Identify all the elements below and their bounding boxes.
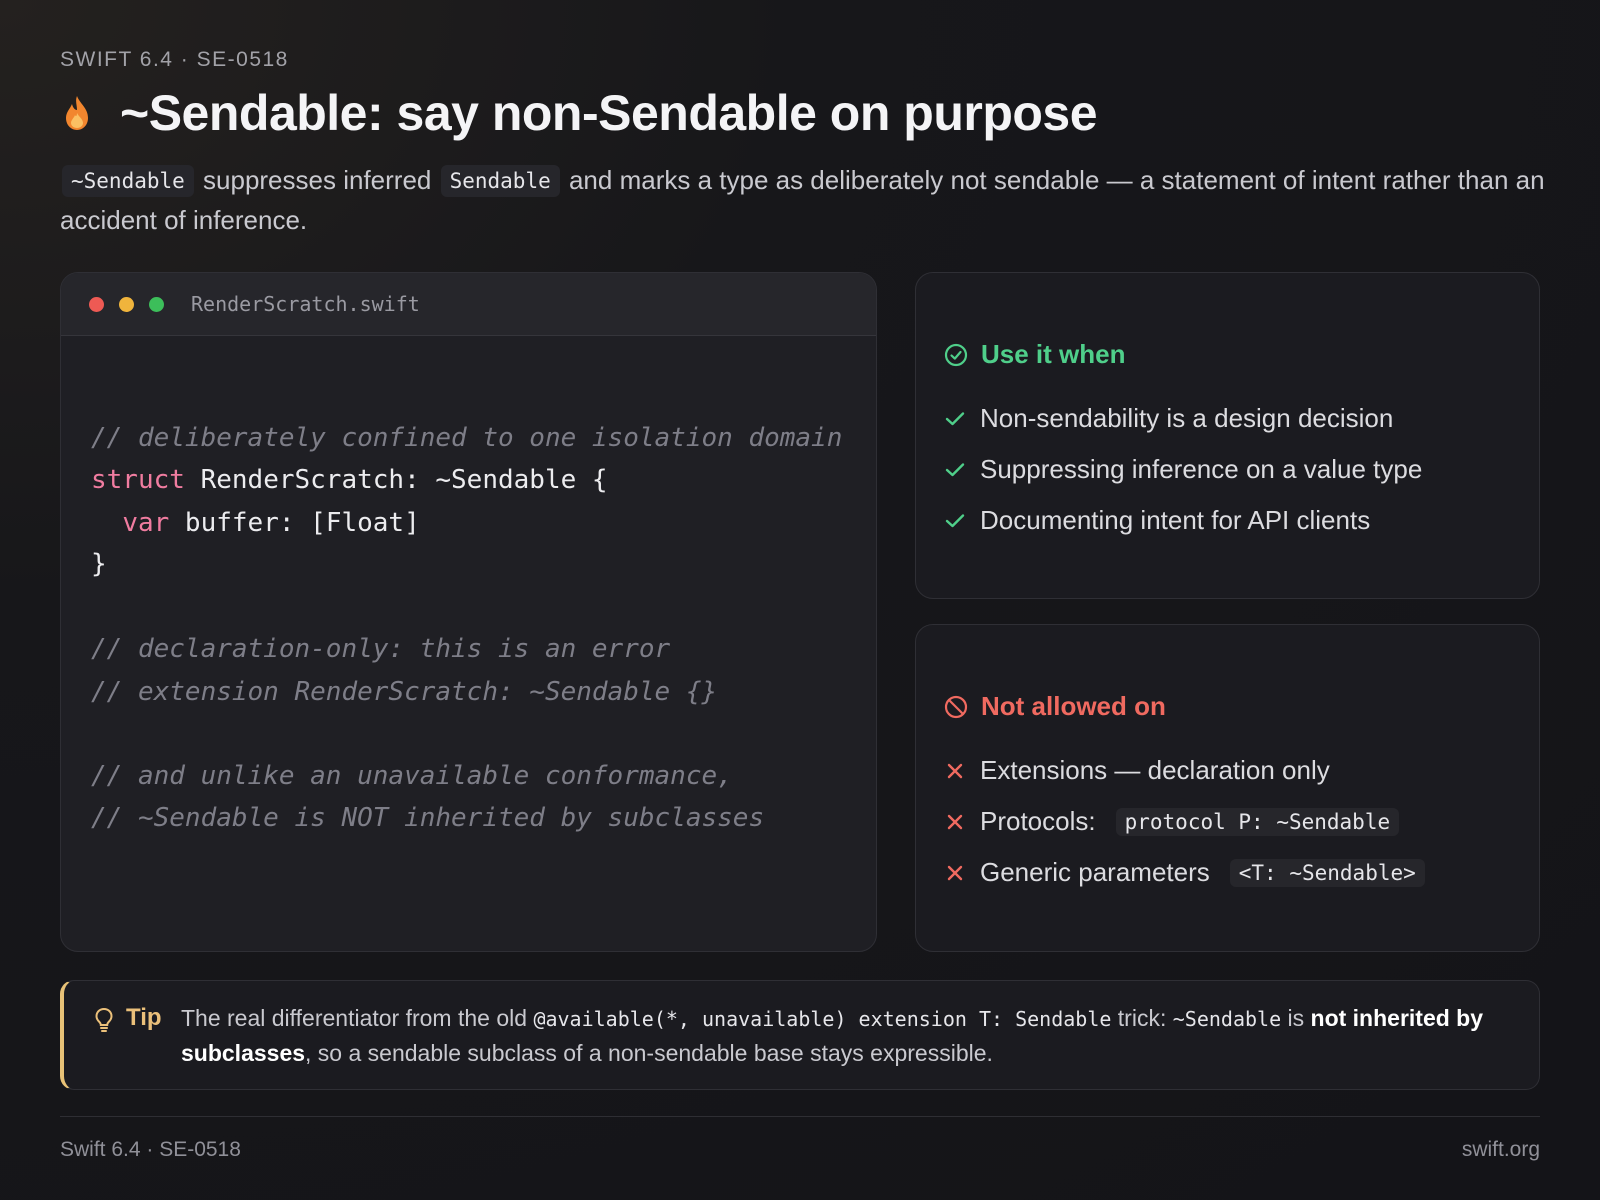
prohibited-icon (944, 695, 968, 718)
code-window: RenderScratch.swift // deliberately conf… (60, 272, 877, 952)
list-item-label: Documenting intent for API clients (980, 505, 1371, 535)
footer-label: Swift 6.4 · SE-0518 (60, 1138, 241, 1161)
list-item: Suppressing inference on a value type (944, 444, 1422, 495)
list-item-label: Suppressing inference on a value type (980, 454, 1423, 484)
use-card-title: Use it when (981, 339, 1126, 369)
footer-divider (60, 1116, 1540, 1117)
code-chip: protocol P: ~Sendable (1115, 807, 1400, 836)
page-title: ~Sendable: say non-Sendable on purpose (120, 85, 1098, 141)
not-allowed-card: Not allowed on Extensions — declaration … (915, 624, 1540, 952)
zoom-dot (149, 296, 164, 312)
code-comment: // ~Sendable is NOT inherited by subclas… (91, 803, 765, 833)
tip-callout: Tip The real differentiator from the old… (60, 980, 1540, 1090)
tip-text: The real differentiator from the old @av… (181, 1001, 1521, 1070)
code-line: struct RenderScratch: ~Sendable { (91, 465, 608, 495)
tip-code: @available(*, unavailable) extension T: … (533, 1007, 1112, 1031)
lightbulb-icon (95, 1007, 113, 1032)
x-icon (944, 762, 966, 780)
lede-paragraph: ~Sendable suppresses inferred Sendable a… (60, 160, 1550, 240)
list-item: Generic parameters <T: ~Sendable> (944, 847, 1425, 898)
list-item: Non-sendability is a design decision (944, 393, 1422, 444)
list-item: Documenting intent for API clients (944, 495, 1422, 546)
check-icon (944, 462, 966, 478)
not-card-heading: Not allowed on (944, 691, 1166, 722)
code-comment: // deliberately confined to one isolatio… (91, 423, 843, 453)
list-item: Extensions — declaration only (944, 745, 1425, 796)
code-keyword: var (122, 508, 170, 538)
list-item-label: Protocols: (980, 806, 1096, 836)
code-text: RenderScratch: ~Sendable { (184, 465, 608, 495)
x-icon (944, 813, 966, 831)
code-text: buffer: [Float] (169, 508, 420, 538)
close-dot (89, 296, 104, 312)
code-chip: ~Sendable (62, 165, 194, 197)
tip-code: ~Sendable (1172, 1007, 1282, 1031)
code-keyword: struct (91, 465, 185, 495)
code-filename: RenderScratch.swift (191, 292, 420, 316)
list-item: Protocols: protocol P: ~Sendable (944, 796, 1425, 847)
tip-text-part: The real differentiator from the old (181, 1005, 534, 1031)
use-it-when-card: Use it when Non-sendability is a design … (915, 272, 1540, 599)
code-line: var buffer: [Float] (91, 508, 420, 538)
use-card-heading: Use it when (944, 339, 1125, 370)
code-chip: <T: ~Sendable> (1229, 858, 1425, 887)
flame-icon (66, 96, 88, 130)
code-comment: // declaration-only: this is an error (91, 634, 671, 664)
code-line: } (91, 549, 107, 579)
code-comment: // extension RenderScratch: ~Sendable {} (91, 677, 718, 707)
eyebrow: SWIFT 6.4 · SE-0518 (60, 48, 289, 71)
use-list: Non-sendability is a design decision Sup… (944, 393, 1422, 546)
code-chip: Sendable (440, 165, 560, 197)
not-card-title: Not allowed on (981, 691, 1166, 721)
code-comment: // and unlike an unavailable conformance… (91, 761, 733, 791)
check-circle-icon (944, 343, 968, 366)
lede-text: suppresses inferred (195, 165, 439, 195)
minimize-dot (119, 296, 134, 312)
tip-text-part: , so a sendable subclass of a non-sendab… (305, 1040, 993, 1066)
footer-link[interactable]: swift.org (1462, 1138, 1540, 1162)
title-row: ~Sendable: say non-Sendable on purpose (60, 84, 1098, 142)
tip-label: Tip (126, 1004, 162, 1031)
tip-text-part: trick: (1111, 1005, 1173, 1031)
x-icon (944, 864, 966, 882)
list-item-label: Non-sendability is a design decision (980, 403, 1394, 433)
list-item-label: Generic parameters (980, 857, 1210, 887)
list-item-label: Extensions — declaration only (980, 755, 1330, 785)
not-list: Extensions — declaration only Protocols:… (944, 745, 1425, 898)
check-icon (944, 411, 966, 427)
code-window-titlebar: RenderScratch.swift (61, 273, 876, 336)
tip-text-part: is (1281, 1005, 1311, 1031)
check-icon (944, 513, 966, 529)
